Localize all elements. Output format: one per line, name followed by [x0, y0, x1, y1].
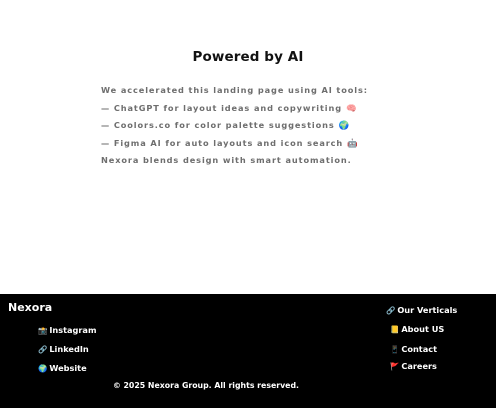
line-text: We accelerated this landing page using A…	[101, 85, 368, 95]
website-label: Website	[49, 363, 87, 373]
contact-link[interactable]: 📱 Contact	[390, 344, 437, 354]
ai-tools-list: We accelerated this landing page using A…	[101, 83, 491, 171]
our-verticals-label: Our Verticals	[397, 305, 458, 315]
our-verticals-link[interactable]: 🔗 Our Verticals	[386, 305, 457, 315]
contact-label: Contact	[401, 344, 438, 354]
instagram-link[interactable]: 📸 Instagram	[38, 325, 97, 335]
section-title: Powered by AI	[192, 49, 304, 65]
globe-icon: 🌍	[338, 121, 350, 131]
camera-icon: 📸	[38, 326, 48, 335]
careers-link[interactable]: 🚩 Careers	[390, 361, 437, 371]
line-text: — ChatGPT for layout ideas and copywriti…	[101, 102, 343, 113]
notebook-icon: 📒	[390, 325, 400, 334]
phone-icon: 📱	[390, 345, 400, 354]
website-link[interactable]: 🌍 Website	[38, 363, 87, 373]
ai-closing-line: Nexora blends design with smart automati…	[101, 153, 491, 171]
flag-icon: 🚩	[390, 362, 400, 371]
copyright-text: © 2025 Nexora Group. All rights reserved…	[113, 381, 300, 390]
powered-by-ai-section: Powered by AI We accelerated this landin…	[0, 0, 496, 294]
ai-intro-line: We accelerated this landing page using A…	[101, 83, 491, 101]
about-us-link[interactable]: 📒 About US	[390, 324, 444, 334]
ai-tool-figma: — Figma AI for auto layouts and icon sea…	[101, 136, 491, 154]
robot-icon: 🤖	[347, 138, 358, 149]
ai-tool-coolors: — Coolors.co for color palette suggestio…	[101, 118, 491, 136]
instagram-label: Instagram	[49, 325, 97, 335]
site-footer: Nexora 📸 Instagram 🔗 LinkedIn 🌍 Website 🔗 Ou…	[0, 294, 496, 408]
link-icon: 🔗	[386, 306, 396, 315]
linkedin-label: LinkedIn	[49, 344, 89, 354]
linkedin-link[interactable]: 🔗 LinkedIn	[38, 344, 89, 354]
about-us-label: About US	[401, 324, 445, 334]
link-icon: 🔗	[38, 345, 48, 354]
globe-icon: 🌍	[38, 364, 48, 373]
line-text: — Figma AI for auto layouts and icon sea…	[101, 137, 344, 148]
brain-icon: 🧠	[346, 103, 357, 114]
line-text: — Coolors.co for color palette suggestio…	[101, 120, 335, 130]
ai-tool-chatgpt: — ChatGPT for layout ideas and copywriti…	[101, 101, 491, 119]
landing-page: Powered by AI We accelerated this landin…	[0, 0, 496, 412]
footer-brand: Nexora	[8, 301, 53, 314]
line-text: Nexora blends design with smart automati…	[101, 155, 352, 165]
careers-label: Careers	[401, 361, 437, 371]
